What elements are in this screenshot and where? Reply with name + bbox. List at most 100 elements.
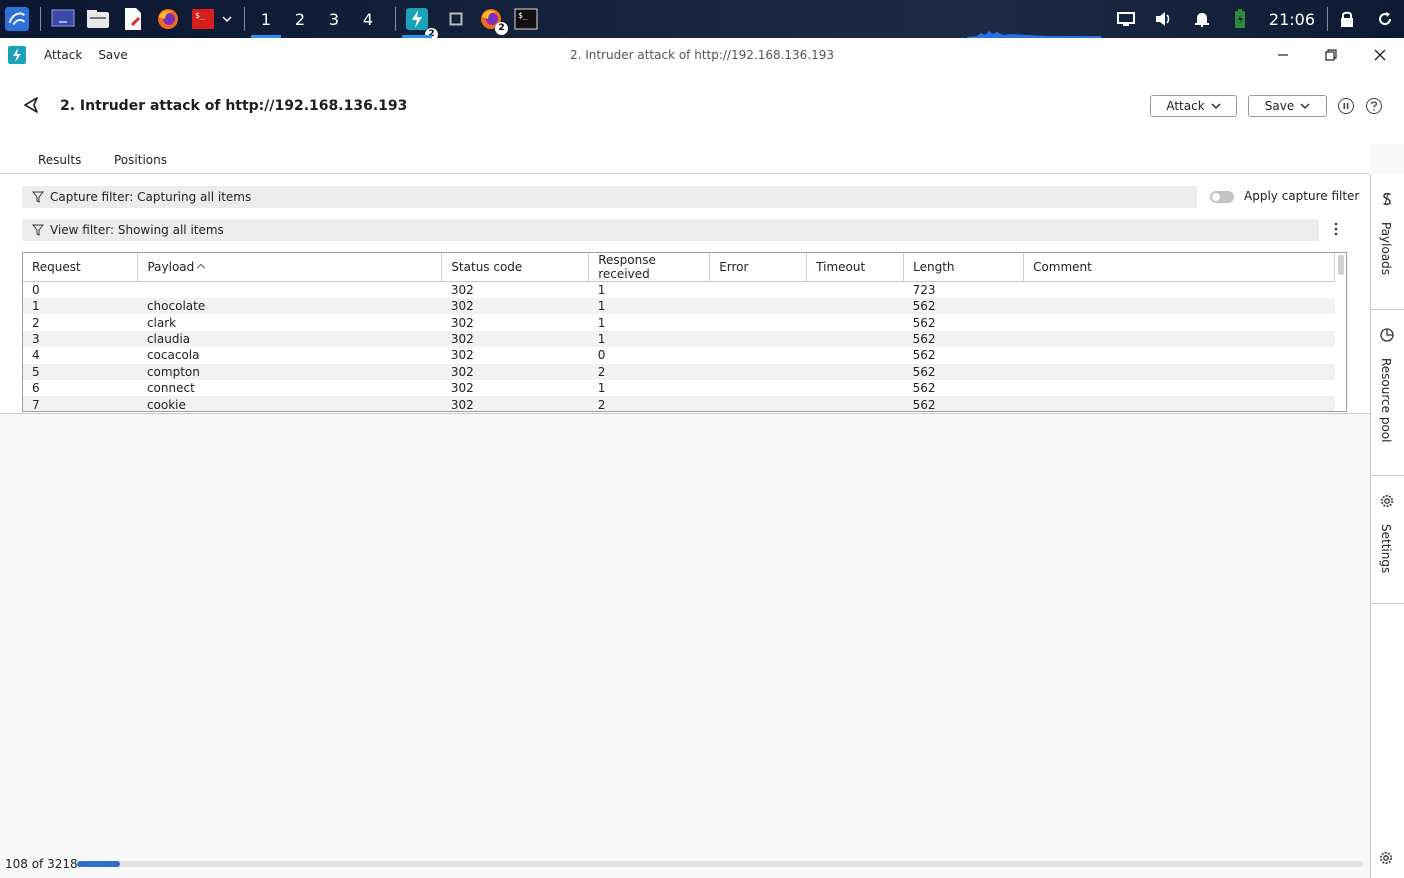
taskbar-separator (395, 7, 396, 31)
close-button[interactable] (1356, 38, 1404, 72)
battery-icon[interactable] (1221, 0, 1259, 38)
table-header-row: Request Payload Status code Response rec… (23, 253, 1335, 282)
column-header-error[interactable]: Error (709, 253, 808, 282)
column-header-request[interactable]: Request (23, 253, 139, 282)
sort-ascending-icon (197, 263, 206, 272)
display-icon[interactable] (1107, 0, 1145, 38)
svg-text:$_: $_ (518, 11, 528, 20)
workspace-4[interactable]: 4 (351, 0, 385, 38)
window-title: 2. Intruder attack of http://192.168.136… (569, 48, 835, 62)
view-filter-bar[interactable]: View filter: Showing all items (22, 219, 1319, 241)
column-header-status-code[interactable]: Status code (441, 253, 590, 282)
table-row[interactable]: 1 chocolate 302 1 562 (23, 298, 1335, 315)
column-header-response-received[interactable]: Response received (588, 253, 711, 282)
cell-request: 5 (23, 363, 138, 380)
send-back-icon[interactable] (22, 96, 40, 114)
workspace-3[interactable]: 3 (317, 0, 351, 38)
attack-progress-bar (77, 861, 1363, 867)
table-row[interactable]: 5 compton 302 2 562 (23, 363, 1335, 380)
burp-logo-icon (8, 46, 26, 64)
menu-save[interactable]: Save (98, 48, 127, 62)
workspace-2[interactable]: 2 (283, 0, 317, 38)
refresh-icon[interactable] (1366, 0, 1404, 38)
restore-button[interactable] (1307, 38, 1355, 72)
column-header-comment[interactable]: Comment (1023, 253, 1335, 282)
minimize-button[interactable] (1259, 38, 1307, 72)
volume-icon[interactable] (1145, 0, 1183, 38)
side-tab-resource-pool[interactable]: Resource pool (1371, 310, 1404, 476)
cell-timeout (807, 347, 904, 363)
pause-icon[interactable] (1338, 98, 1354, 114)
cell-timeout (806, 363, 904, 380)
cell-error (710, 347, 807, 363)
attack-header: 2. Intruder attack of http://192.168.136… (0, 72, 1404, 144)
tab-positions[interactable]: Positions (114, 153, 167, 167)
column-header-length[interactable]: Length (903, 253, 1025, 282)
apply-capture-filter-toggle[interactable] (1210, 191, 1234, 203)
cell-error (709, 330, 807, 348)
kali-menu-icon[interactable] (4, 6, 30, 32)
table-row[interactable]: 3 claudia 302 1 562 (23, 330, 1335, 348)
table-row[interactable]: 4 cocacola 302 0 562 (23, 347, 1335, 363)
settings-gear-icon[interactable] (1379, 851, 1393, 865)
table-scrollbar[interactable] (1338, 255, 1344, 275)
tab-results[interactable]: Results (21, 153, 102, 178)
lock-icon[interactable] (1328, 0, 1366, 38)
cell-length: 562 (912, 348, 936, 363)
system-tray: 21:06 (966, 0, 1404, 38)
side-tab-resource-pool-label: Resource pool (1379, 358, 1393, 443)
column-header-payload[interactable]: Payload (137, 253, 443, 282)
apply-capture-filter-label: Apply capture filter (1244, 189, 1360, 203)
table-row[interactable]: 0 302 1 723 (23, 282, 1335, 299)
firefox-icon[interactable] (155, 6, 181, 32)
cell-comment (1023, 363, 1335, 380)
filter-icon (32, 224, 44, 236)
cell-error (710, 314, 807, 330)
table-row[interactable]: 6 connect 302 1 562 (23, 380, 1335, 396)
view-filter-text: View filter: Showing all items (50, 223, 224, 237)
column-header-payload-label: Payload (147, 260, 195, 274)
results-panel: Capture filter: Capturing all items Appl… (0, 174, 1370, 414)
page-title: 2. Intruder attack of http://192.168.136… (60, 98, 408, 114)
cell-length: 562 (903, 330, 1024, 348)
capture-filter-bar[interactable]: Capture filter: Capturing all items (22, 186, 1197, 208)
burp-task-button[interactable]: 2 (400, 0, 438, 41)
save-dropdown-button[interactable]: Save (1248, 95, 1327, 117)
cell-response-received: 1 (597, 381, 606, 396)
payloads-icon (1383, 192, 1391, 206)
firefox-task-button[interactable]: 2 (478, 6, 508, 35)
window-placeholder-icon[interactable] (443, 6, 469, 32)
attack-dropdown-button[interactable]: Attack (1150, 95, 1237, 117)
cell-status-code: 302 (441, 330, 589, 348)
side-tab-payloads[interactable]: Payloads (1371, 174, 1404, 310)
file-manager-icon[interactable] (85, 6, 111, 32)
terminal-icon[interactable]: $_ (513, 6, 539, 32)
cell-response-received: 1 (597, 283, 606, 297)
notification-bell-icon[interactable] (1183, 0, 1221, 38)
side-panel: Payloads Resource pool Settings (1370, 174, 1404, 878)
save-button-label: Save (1264, 99, 1295, 113)
cell-comment (1024, 380, 1335, 396)
cell-length: 562 (912, 315, 936, 330)
results-table: Request Payload Status code Response rec… (22, 252, 1347, 412)
workspace-1[interactable]: 1 (249, 0, 283, 38)
attack-button-label: Attack (1166, 99, 1205, 113)
table-row[interactable]: 2 clark 302 1 562 (23, 314, 1335, 330)
cell-request: 3 (23, 330, 138, 348)
help-icon[interactable] (1366, 98, 1382, 114)
more-options-icon[interactable] (1334, 222, 1338, 240)
cell-request: 4 (32, 348, 40, 363)
cell-request: 1 (23, 298, 138, 315)
menu-attack[interactable]: Attack (44, 48, 82, 62)
cell-request: 6 (32, 381, 40, 396)
terminal-root-icon[interactable]: $_ (190, 6, 216, 32)
cell-payload: clark (146, 315, 177, 330)
side-tab-settings[interactable]: Settings (1371, 476, 1404, 604)
text-editor-icon[interactable] (120, 6, 146, 32)
chevron-down-icon[interactable] (220, 6, 234, 32)
column-header-timeout[interactable]: Timeout (806, 253, 905, 282)
clock[interactable]: 21:06 (1259, 10, 1325, 29)
table-row[interactable]: 7 cookie 302 2 562 (23, 396, 1335, 411)
desktop-icon[interactable] (50, 6, 76, 32)
cell-error (709, 396, 807, 411)
